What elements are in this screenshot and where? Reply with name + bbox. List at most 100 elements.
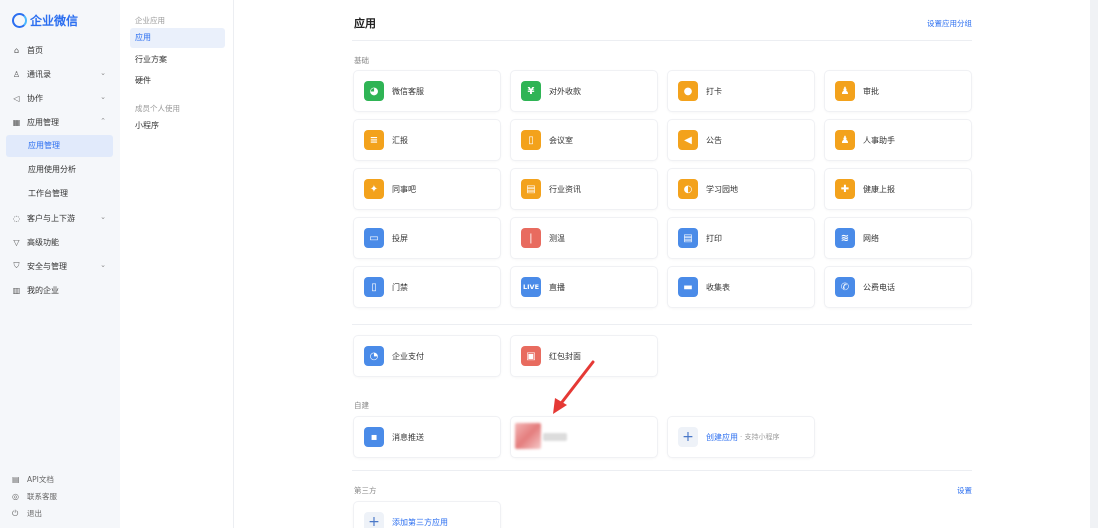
app-name: 会议室 xyxy=(549,135,573,145)
diamond-icon: ▽ xyxy=(13,237,20,247)
nav-item-contacts[interactable]: ♙ 通讯录 ⌄ xyxy=(12,65,110,83)
app-name: 企业支付 xyxy=(392,351,424,361)
nav-item-collab[interactable]: ◁ 协作 ⌄ xyxy=(12,89,110,107)
cast-icon: ▭ xyxy=(364,228,384,248)
phone-icon: ✆ xyxy=(835,277,855,297)
nav-item-label: 我的企业 xyxy=(27,285,59,295)
app-name: 测温 xyxy=(549,233,565,243)
app-card[interactable]: ≡ 汇报 xyxy=(354,120,500,160)
app-card[interactable]: ▤ 行业资讯 xyxy=(511,169,657,209)
health-icon: ✚ xyxy=(835,179,855,199)
section-label-basic: 基础 xyxy=(354,56,369,65)
app-name: 企业微信 xyxy=(30,14,79,28)
app-card[interactable]: ¥ 对外收款 xyxy=(511,71,657,111)
app-name: 学习园地 xyxy=(706,184,738,194)
app-card[interactable]: ● 打卡 xyxy=(668,71,814,111)
footer-label: 联系客服 xyxy=(27,492,57,501)
app-card[interactable]: ◕ 微信客服 xyxy=(354,71,500,111)
set-app-group-link[interactable]: 设置应用分组 xyxy=(927,18,972,29)
nav-footer-api-docs[interactable]: ▤ API文档 xyxy=(12,474,54,485)
headset-icon: ◎ xyxy=(12,492,19,501)
nav-footer-support[interactable]: ◎ 联系客服 xyxy=(12,491,57,502)
app-name: 网络 xyxy=(863,233,879,243)
app-card[interactable]: ◔ 企业支付 xyxy=(354,336,500,376)
redacted-app-icon xyxy=(515,423,541,449)
subnav-item-industry[interactable]: 行业方案 xyxy=(130,50,225,70)
nav-sub-usage-analysis[interactable]: 应用使用分析 xyxy=(6,159,113,181)
subnav-item-hardware[interactable]: 硬件 xyxy=(130,71,225,91)
app-name: 行业资讯 xyxy=(549,184,581,194)
report-icon: ≡ xyxy=(364,130,384,150)
app-card[interactable]: ◀ 公告 xyxy=(668,120,814,160)
subnav-item-apps[interactable]: 应用 xyxy=(130,28,225,48)
nav-item-label: 高级功能 xyxy=(27,237,59,247)
nav-item-advanced[interactable]: ▽ 高级功能 xyxy=(12,233,110,251)
app-name: 审批 xyxy=(863,86,879,96)
app-card[interactable]: ❘ 测温 xyxy=(511,218,657,258)
add-third-party-button[interactable]: + 添加第三方应用 xyxy=(354,502,500,528)
footer-label: 退出 xyxy=(27,509,42,518)
app-card[interactable]: ✦ 同事吧 xyxy=(354,169,500,209)
person-icon: ♟ xyxy=(835,130,855,150)
nav-item-label: 客户与上下游 xyxy=(27,213,75,223)
chevron-down-icon: ⌄ xyxy=(100,69,106,77)
diamond-dots-icon: ✦ xyxy=(364,179,384,199)
app-name: 消息推送 xyxy=(392,432,424,442)
create-app-button[interactable]: + 创建应用 · 支持小程序 xyxy=(668,417,814,457)
app-card[interactable]: ▯ 会议室 xyxy=(511,120,657,160)
news-icon: ▤ xyxy=(521,179,541,199)
door-icon: ▯ xyxy=(364,277,384,297)
nav-item-label: 协作 xyxy=(27,93,43,103)
app-card[interactable]: ▯ 门禁 xyxy=(354,267,500,307)
app-card[interactable]: ♟ 人事助手 xyxy=(825,120,971,160)
plus-icon: + xyxy=(364,512,384,528)
nav-sub-app-management[interactable]: 应用管理 xyxy=(6,135,113,157)
create-app-label: 创建应用 xyxy=(706,432,738,442)
thermometer-icon: ❘ xyxy=(521,228,541,248)
megaphone-icon: ◀ xyxy=(678,130,698,150)
app-name: 打卡 xyxy=(706,86,722,96)
red-packet-icon: ▣ xyxy=(521,346,541,366)
document-icon: ▤ xyxy=(12,475,20,484)
subnav-item-mini-program[interactable]: 小程序 xyxy=(130,116,225,136)
app-logo[interactable]: 企业微信 xyxy=(12,12,78,29)
nav-sub-workbench[interactable]: 工作台管理 xyxy=(6,183,113,205)
nav-item-label: 安全与管理 xyxy=(27,261,67,271)
app-name: 对外收款 xyxy=(549,86,581,96)
chevron-down-icon: ⌄ xyxy=(100,213,106,221)
wechat-service-icon: ◕ xyxy=(364,81,384,101)
chevron-up-icon: ⌃ xyxy=(100,117,106,125)
app-name: 同事吧 xyxy=(392,184,416,194)
planet-icon: ◐ xyxy=(678,179,698,199)
yen-icon: ¥ xyxy=(521,81,541,101)
third-party-settings-link[interactable]: 设置 xyxy=(957,485,972,496)
app-card[interactable]: ✆ 公费电话 xyxy=(825,267,971,307)
main-panel: 应用 设置应用分组 基础 ◕ 微信客服 ¥ 对外收款 ● 打卡 ♟ 审批 ≡ 汇报 ▯ 会议室 ◀ 公告 ♟… xyxy=(234,0,1090,528)
nav-item-app-management[interactable]: ▦ 应用管理 ⌃ xyxy=(12,113,110,131)
nav-item-security[interactable]: ⛉ 安全与管理 ⌄ xyxy=(12,257,110,275)
sub-nav: 企业应用 应用 行业方案 硬件 成员个人使用 小程序 xyxy=(120,0,234,528)
nav-item-customers[interactable]: ◌ 客户与上下游 ⌄ xyxy=(12,209,110,227)
app-name: 微信客服 xyxy=(392,86,424,96)
app-card[interactable]: ▬ 收集表 xyxy=(668,267,814,307)
app-card[interactable]: ≋ 网络 xyxy=(825,218,971,258)
nav-item-my-company[interactable]: ▥ 我的企业 xyxy=(12,281,110,299)
app-card[interactable]: ▤ 打印 xyxy=(668,218,814,258)
divider xyxy=(352,324,972,325)
app-card-redacted[interactable] xyxy=(511,417,657,457)
app-card[interactable]: ▪ 消息推送 xyxy=(354,417,500,457)
building-icon: ▥ xyxy=(12,285,21,295)
add-third-party-label: 添加第三方应用 xyxy=(392,517,448,527)
app-card[interactable]: LIVE 直播 xyxy=(511,267,657,307)
app-card[interactable]: ♟ 审批 xyxy=(825,71,971,111)
nav-footer-logout[interactable]: ⏻ 退出 xyxy=(12,508,42,519)
approval-icon: ♟ xyxy=(835,81,855,101)
app-card[interactable]: ▭ 投屏 xyxy=(354,218,500,258)
subnav-group-label: 成员个人使用 xyxy=(135,104,180,113)
chevron-down-icon: ⌄ xyxy=(100,261,106,269)
nav-item-home[interactable]: ⌂ 首页 xyxy=(12,41,110,59)
home-icon: ⌂ xyxy=(13,45,20,55)
app-card[interactable]: ◐ 学习园地 xyxy=(668,169,814,209)
app-name: 直播 xyxy=(549,282,565,292)
app-card[interactable]: ✚ 健康上报 xyxy=(825,169,971,209)
